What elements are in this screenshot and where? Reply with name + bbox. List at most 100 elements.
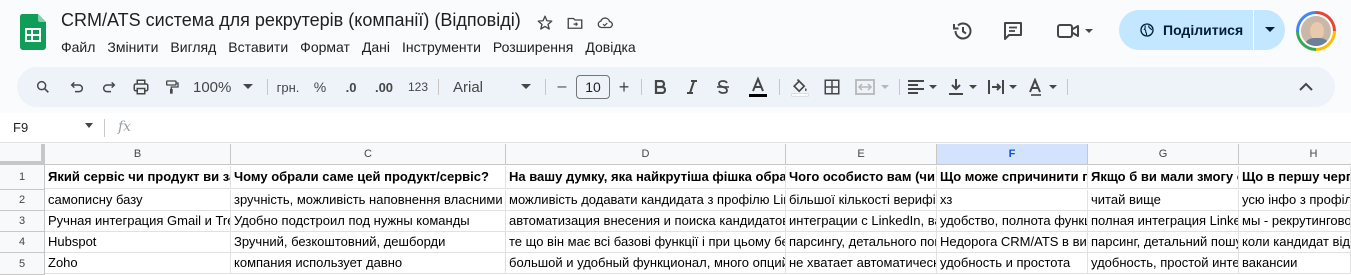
menu-view[interactable]: Вигляд [164,37,222,57]
cell-c4[interactable]: Зручний, безкоштовний, дешборди [231,232,506,253]
decrease-font-size-button[interactable]: – [553,67,571,107]
cell-c3[interactable]: Удобно подстроил под нужны команды [231,211,506,232]
cell-g4[interactable]: парсинг, детальний пошук [1088,232,1239,253]
menu-tools[interactable]: Інструменти [396,37,487,57]
cell-b5[interactable]: Zoho [45,253,231,274]
format-currency-button[interactable]: грн. [273,67,303,107]
column-header-g[interactable]: G [1088,144,1239,165]
cell-d4[interactable]: те що він має всі базові функції і при ц… [506,232,786,253]
strikethrough-button[interactable] [712,67,734,107]
name-box[interactable]: F9 [13,120,28,135]
meet-icon[interactable] [1055,19,1097,43]
select-all-corner[interactable] [0,144,45,165]
move-folder-icon[interactable] [564,12,586,34]
vertical-align-button[interactable] [945,67,981,107]
version-history-icon[interactable] [951,19,975,43]
print-icon[interactable] [127,67,155,107]
italic-button[interactable] [681,67,703,107]
cell-g1[interactable]: Якщо б ви мали змогу обрати [1088,166,1239,189]
text-wrapping-button[interactable] [985,67,1021,107]
increase-decimal-label: .00 [374,79,394,95]
cell-e2[interactable]: більшої кількості верифікацій [786,190,937,211]
decrease-decimal-button[interactable]: .0 [338,67,364,107]
menu-file[interactable]: Файл [55,37,101,57]
column-header-b[interactable]: B [45,144,231,165]
cell-c2[interactable]: зручність, можливість наповнення власним… [231,190,506,211]
cell-b4[interactable]: Hubspot [45,232,231,253]
cell-f1[interactable]: Що може спричинити перехід на інший серв… [937,166,1088,189]
bold-button[interactable] [649,67,671,107]
star-icon[interactable] [534,12,556,34]
document-title[interactable]: CRM/ATS система для рекрутерів (компанії… [61,10,521,31]
font-size-input[interactable]: 10 [576,75,610,99]
menu-insert[interactable]: Вставити [222,37,294,57]
redo-icon[interactable] [95,67,123,107]
number-format-button[interactable]: 123 [405,67,431,107]
row-header-3[interactable]: 3 [0,211,45,232]
cell-f2[interactable]: хз [937,190,1088,211]
cell-d3[interactable]: автоматизация внесения и поиска кандидат… [506,211,786,232]
column-header-c[interactable]: C [231,144,506,165]
cloud-saved-icon[interactable] [594,12,616,34]
name-box-dropdown-icon[interactable] [85,123,93,128]
cell-e3[interactable]: интеграции с LinkedIn, вакансиями [786,211,937,232]
menu-extensions[interactable]: Розширення [487,37,579,57]
strikethrough-icon [717,80,729,94]
cell-h4[interactable]: коли кандидат відгукується [1239,232,1351,253]
menu-edit[interactable]: Змінити [101,37,164,57]
menu-format[interactable]: Формат [294,37,356,57]
search-menus-icon[interactable] [29,67,57,107]
borders-button[interactable] [819,67,845,107]
share-button[interactable]: Поділитися [1119,10,1253,50]
fill-color-button[interactable] [787,67,813,107]
increase-font-size-button[interactable]: + [615,67,633,107]
cell-e4[interactable]: парсингу, детального пошуку [786,232,937,253]
cell-h1[interactable]: Що в першу чергу [1239,166,1351,189]
account-avatar[interactable] [1296,11,1336,51]
column-header-e[interactable]: E [786,144,937,165]
undo-icon[interactable] [63,67,91,107]
menu-help[interactable]: Довідка [579,37,641,57]
paint-format-icon[interactable] [158,67,186,107]
row-header-1[interactable]: 1 [0,165,45,190]
share-dropdown-button[interactable] [1254,26,1285,34]
font-select[interactable]: Arial [453,67,531,107]
cell-c5[interactable]: компания использует давно [231,253,506,274]
text-rotation-button[interactable] [1025,67,1061,107]
row-header-5[interactable]: 5 [0,253,45,275]
cell-h2[interactable]: усю інфо з профілю [1239,190,1351,211]
horizontal-align-button[interactable] [905,67,941,107]
column-header-h[interactable]: H [1239,144,1351,165]
cell-c1[interactable]: Чому обрали саме цей продукт/сервіс? [231,166,506,189]
cell-d1[interactable]: На вашу думку, яка найкрутіша фішка обра… [506,166,786,189]
cell-b3[interactable]: Ручная интеграция Gmail и Trello [45,211,231,232]
cell-f5[interactable]: удобность и простота [937,253,1088,274]
cell-h3[interactable]: мы - рекрутинговое агентство [1239,211,1351,232]
cell-b2[interactable]: самописну базу [45,190,231,211]
cell-g2[interactable]: читай вище [1088,190,1239,211]
cell-g3[interactable]: полная интеграция LinkedIn [1088,211,1239,232]
format-percent-button[interactable]: % [308,67,332,107]
merge-cells-button[interactable] [853,67,893,107]
row-header-2[interactable]: 2 [0,190,45,211]
hide-menus-button[interactable] [1293,67,1319,107]
menu-data[interactable]: Дані [356,37,396,57]
cell-e1[interactable]: Чого особисто вам (чи вашій команді) не … [786,166,937,189]
comments-icon[interactable] [1001,19,1025,43]
cell-d2[interactable]: можливість додавати кандидата з профілю … [506,190,786,211]
text-color-button[interactable] [745,67,771,107]
column-header-f[interactable]: F [937,144,1088,165]
row-header-4[interactable]: 4 [0,232,45,253]
sheets-logo-icon[interactable] [20,14,46,50]
cell-f4[interactable]: Недорога CRM/ATS в використанні [937,232,1088,253]
column-header-d[interactable]: D [506,144,786,165]
cell-d5[interactable]: большой и удобный функционал, много опци… [506,253,786,274]
increase-decimal-button[interactable]: .00 [369,67,399,107]
cell-h5[interactable]: вакансии [1239,253,1351,274]
cell-f3[interactable]: удобство, полнота функционала [937,211,1088,232]
cell-g5[interactable]: удобность, простой интерфейс [1088,253,1239,274]
zoom-select[interactable]: 100% [193,67,261,107]
text-color-icon [749,76,767,97]
cell-b1[interactable]: Який сервіс чи продукт ви зараз використ… [45,166,231,189]
cell-e5[interactable]: не хватает автоматических рассылок [786,253,937,274]
